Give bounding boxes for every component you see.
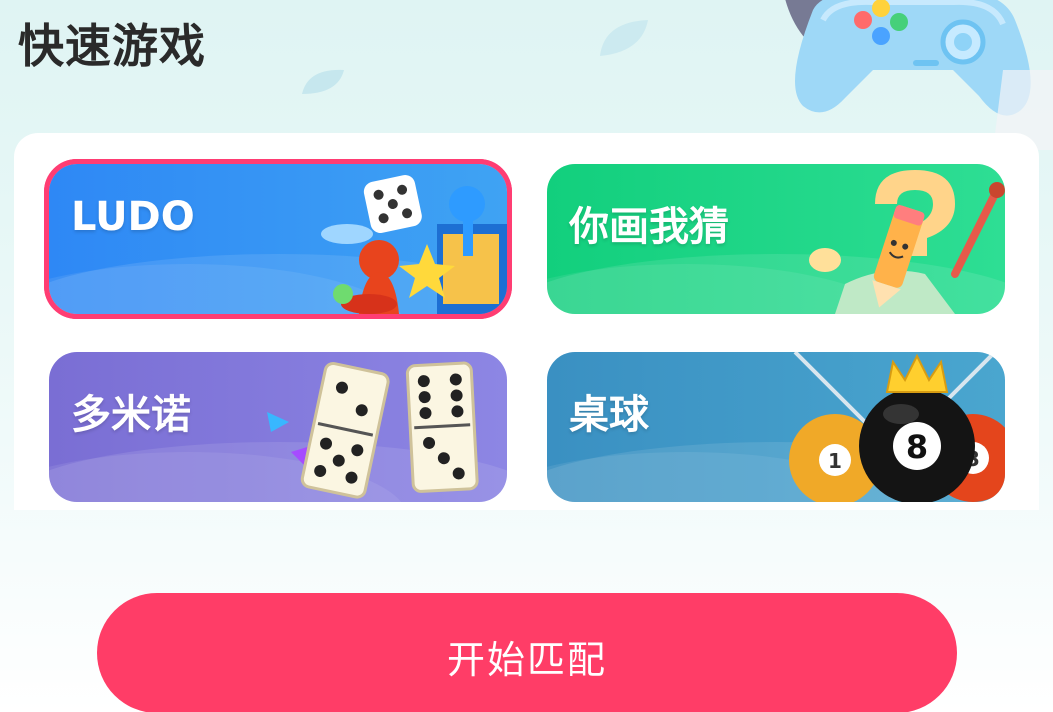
pencil-question-icon — [809, 170, 1005, 314]
game-card-billiards[interactable]: 桌球 1 3 8 — [547, 352, 1005, 502]
ball-8-number: 8 — [906, 428, 928, 466]
domino-icon — [267, 361, 479, 499]
game-label-ludo: LUDO — [71, 194, 195, 240]
ball-1-number: 1 — [828, 449, 842, 473]
page-title: 快速游戏 — [18, 19, 206, 73]
game-label-draw-guess: 你画我猜 — [569, 204, 729, 250]
game-card-ludo[interactable]: LUDO — [44, 159, 512, 319]
game-label-billiards: 桌球 — [569, 392, 649, 438]
leaf-decoration-icon — [302, 69, 344, 94]
billiard-balls-icon: 1 3 8 — [789, 352, 1005, 502]
leaf-decoration-icon — [600, 20, 648, 56]
game-label-domino: 多米诺 — [71, 392, 191, 438]
gamepad-icon — [753, 0, 1053, 150]
game-card-domino[interactable]: 多米诺 — [49, 352, 507, 502]
game-card-draw-guess[interactable]: 你画我猜 — [547, 164, 1005, 314]
ludo-dice-pawn-icon — [321, 175, 507, 314]
start-match-button[interactable]: 开始匹配 — [97, 593, 957, 712]
